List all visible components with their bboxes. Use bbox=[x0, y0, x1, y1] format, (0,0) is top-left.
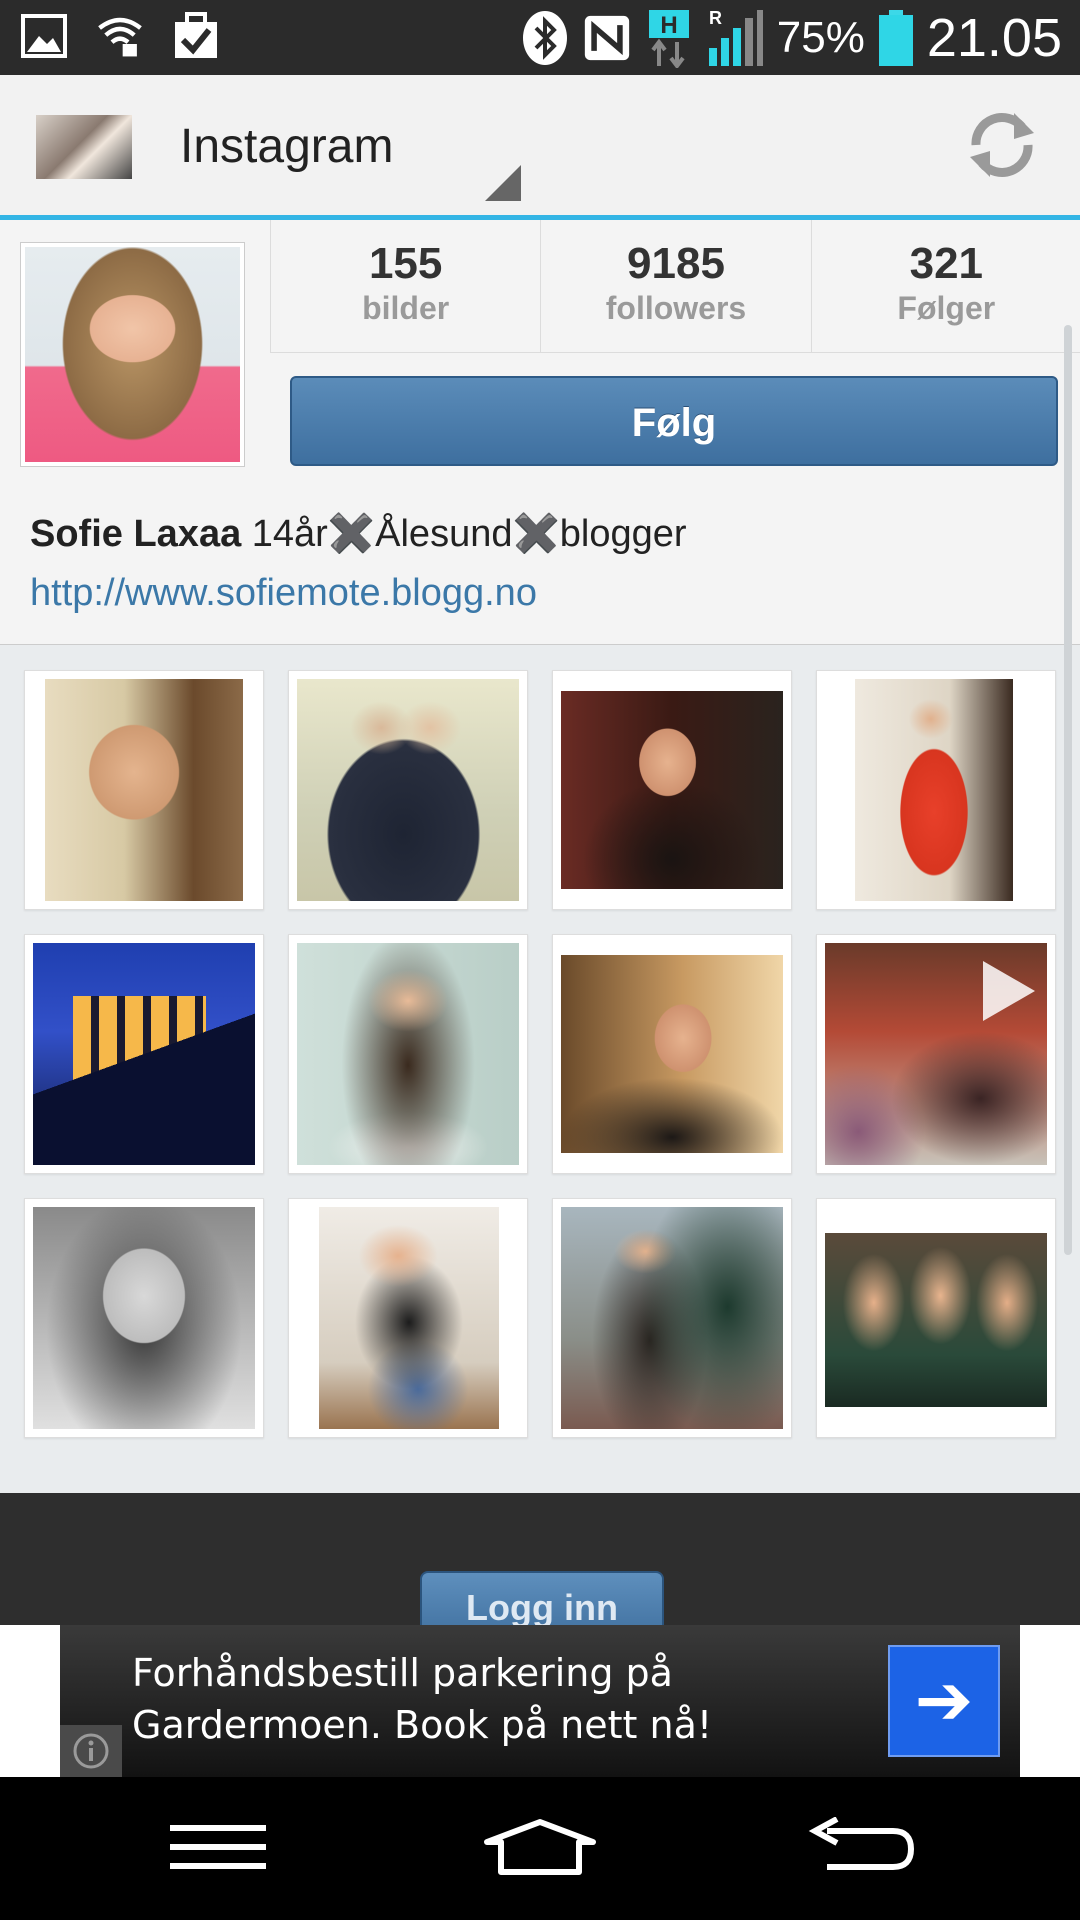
stat-label: followers bbox=[605, 290, 747, 326]
photo-tile[interactable] bbox=[816, 934, 1056, 1174]
profile-name: Sofie Laxaa bbox=[30, 513, 242, 555]
photo-thumbnail bbox=[855, 679, 1013, 901]
action-bar: Instagram bbox=[0, 75, 1080, 220]
stat-count: 321 bbox=[909, 239, 984, 288]
menu-icon[interactable] bbox=[158, 1807, 278, 1887]
battery-percent: 75% bbox=[776, 13, 865, 62]
nfc-icon bbox=[583, 12, 631, 64]
photo-thumbnail bbox=[45, 679, 243, 901]
photo-tile[interactable] bbox=[288, 670, 528, 910]
profile-bio: Sofie Laxaa 14år✖️Ålesund✖️blogger http:… bbox=[0, 492, 1080, 645]
ad-text[interactable]: Forhåndsbestill parkering på Gardermoen.… bbox=[132, 1647, 872, 1751]
avatar-image bbox=[25, 247, 240, 462]
signal-icon: R bbox=[707, 8, 763, 66]
app-title[interactable]: Instagram bbox=[180, 119, 393, 174]
stat-label: Følger bbox=[897, 290, 996, 326]
video-play-icon bbox=[983, 961, 1035, 1021]
stat-posts[interactable]: 155 bilder bbox=[271, 220, 542, 352]
data-transfer-icon: H bbox=[645, 10, 693, 68]
roaming-label: R bbox=[709, 8, 722, 28]
scrollbar[interactable] bbox=[1064, 325, 1072, 1255]
website-link[interactable]: http://www.sofiemote.blogg.no bbox=[30, 572, 537, 615]
photo-tile[interactable] bbox=[24, 934, 264, 1174]
page-footer: Logg inn bbox=[0, 1493, 1080, 1645]
photo-grid bbox=[24, 670, 1056, 1438]
avatar[interactable] bbox=[20, 242, 245, 467]
ad-container: Forhåndsbestill parkering på Gardermoen.… bbox=[0, 1625, 1080, 1777]
info-icon[interactable] bbox=[60, 1725, 122, 1777]
stat-label: bilder bbox=[362, 290, 450, 326]
photo-tile[interactable] bbox=[288, 934, 528, 1174]
photo-tile[interactable] bbox=[24, 1198, 264, 1438]
photo-thumbnail bbox=[33, 1207, 255, 1429]
photo-thumbnail bbox=[319, 1207, 499, 1429]
profile-header: 155 bilder 9185 followers 321 Følger Føl… bbox=[0, 220, 1080, 493]
photo-thumbnail bbox=[297, 943, 519, 1165]
back-icon[interactable] bbox=[802, 1807, 922, 1887]
photo-tile[interactable] bbox=[816, 1198, 1056, 1438]
profile-thumbnail[interactable] bbox=[36, 115, 132, 179]
status-bar: H R 75% 21.05 bbox=[0, 0, 1080, 75]
stat-followers[interactable]: 9185 followers bbox=[541, 220, 812, 352]
stat-count: 9185 bbox=[627, 239, 725, 288]
arrow-right-icon[interactable]: ➔ bbox=[888, 1645, 1000, 1757]
task-icon bbox=[172, 10, 220, 62]
photo-tile[interactable] bbox=[288, 1198, 528, 1438]
photo-thumbnail bbox=[33, 943, 255, 1165]
stat-following[interactable]: 321 Følger bbox=[812, 220, 1080, 352]
bio-text: 14år✖️Ålesund✖️blogger bbox=[241, 513, 687, 555]
bio-line: Sofie Laxaa 14år✖️Ålesund✖️blogger bbox=[30, 512, 687, 556]
battery-icon bbox=[878, 10, 913, 66]
photo-tile[interactable] bbox=[24, 670, 264, 910]
navigation-bar bbox=[0, 1777, 1080, 1920]
photo-tile[interactable] bbox=[816, 670, 1056, 910]
stat-count: 155 bbox=[368, 239, 443, 288]
photo-thumbnail bbox=[825, 1233, 1047, 1407]
refresh-icon[interactable] bbox=[962, 105, 1042, 185]
photo-thumbnail bbox=[561, 955, 783, 1153]
photo-tile[interactable] bbox=[552, 934, 792, 1174]
dropdown-indicator-icon[interactable] bbox=[485, 165, 521, 201]
clock: 21.05 bbox=[926, 8, 1062, 68]
ad-banner[interactable]: Forhåndsbestill parkering på Gardermoen.… bbox=[60, 1625, 1020, 1777]
photo-tile[interactable] bbox=[552, 1198, 792, 1438]
network-type-label: H bbox=[660, 12, 677, 39]
photo-tile[interactable] bbox=[552, 670, 792, 910]
photo-thumbnail bbox=[561, 691, 783, 889]
wifi-icon bbox=[96, 10, 144, 62]
home-icon[interactable] bbox=[480, 1807, 600, 1887]
gallery-icon bbox=[20, 10, 68, 62]
follow-button[interactable]: Følg bbox=[290, 376, 1058, 466]
photo-thumbnail bbox=[561, 1207, 783, 1429]
photo-thumbnail bbox=[297, 679, 519, 901]
bluetooth-icon bbox=[521, 11, 569, 65]
profile-stats: 155 bilder 9185 followers 321 Følger bbox=[270, 220, 1080, 353]
